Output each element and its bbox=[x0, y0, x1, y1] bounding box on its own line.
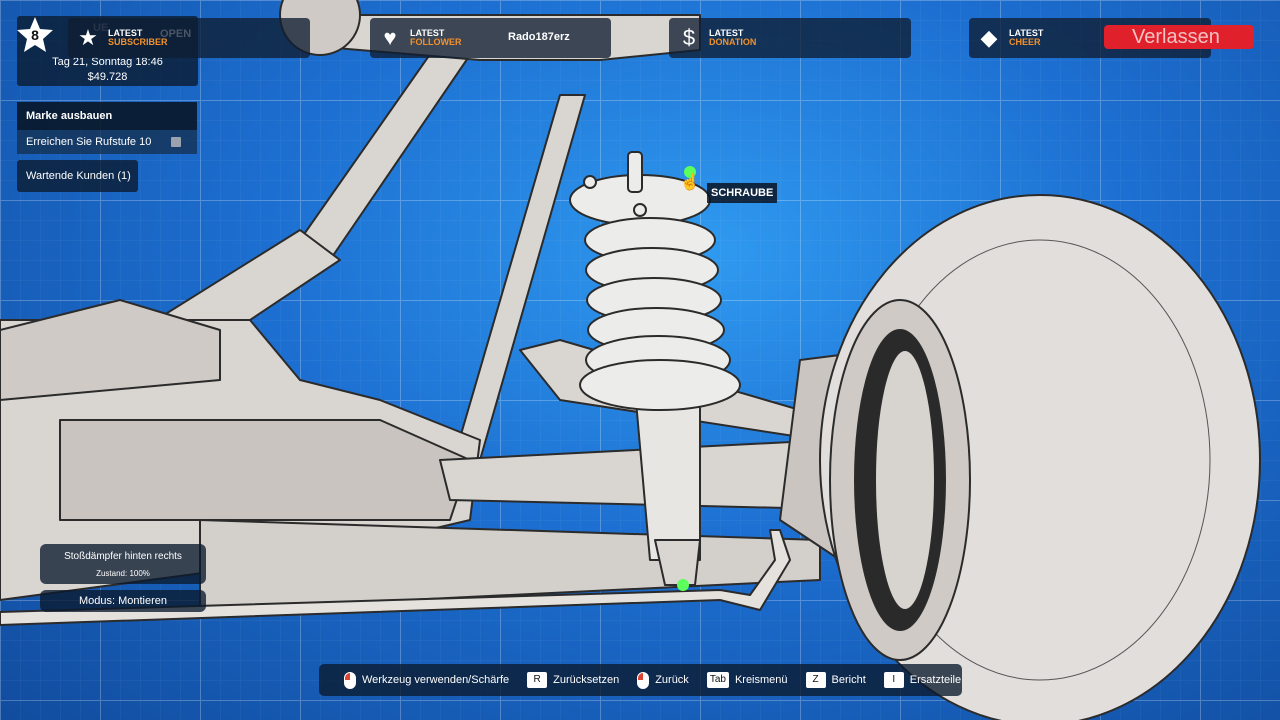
diamond-icon: ◆ bbox=[980, 25, 998, 50]
bar-sublabel: DONATION bbox=[709, 37, 757, 47]
hint-report: Z Bericht bbox=[805, 672, 866, 688]
task-title: Marke ausbauen bbox=[17, 102, 197, 130]
level-badge: 8 bbox=[16, 16, 54, 54]
follower-name: Rado187erz bbox=[508, 31, 570, 43]
bar-sublabel: CHEER bbox=[1009, 37, 1041, 47]
level-number: 8 bbox=[31, 27, 39, 43]
task-item: Erreichen Sie Rufstufe 10 bbox=[17, 130, 197, 154]
hint-label: Werkzeug verwenden/Schärfe bbox=[362, 674, 510, 686]
bar-sublabel: FOLLOWER bbox=[410, 37, 462, 47]
star-icon: ★ bbox=[78, 25, 98, 50]
hint-label: Zurücksetzen bbox=[553, 674, 620, 686]
hint-label: Ersatzteile bbox=[909, 674, 962, 686]
latest-follower-bar: ♥ LATEST FOLLOWER Rado187erz bbox=[370, 18, 611, 58]
drive-shaft bbox=[299, 39, 471, 261]
wheel bbox=[819, 194, 1261, 720]
key-cap: I bbox=[883, 672, 904, 688]
hint-use-tool: Werkzeug verwenden/Schärfe bbox=[344, 671, 510, 689]
mode-indicator: Modus: Montieren bbox=[40, 590, 206, 612]
task-checkbox bbox=[171, 137, 181, 147]
part-info-panel: Stoßdämpfer hinten rechts Zustand: 100% bbox=[40, 544, 206, 584]
exit-button[interactable]: Verlassen bbox=[1104, 25, 1254, 49]
hint-label: Zurück bbox=[655, 674, 689, 686]
dollar-icon: $ bbox=[682, 25, 696, 50]
mouse-left-icon bbox=[344, 671, 356, 689]
hint-back: Zurück bbox=[637, 671, 689, 689]
mode-text: Modus: Montieren bbox=[78, 595, 168, 607]
hand-cursor-icon: ☝ bbox=[680, 174, 700, 191]
ghost-text-right: OPEN bbox=[160, 28, 192, 40]
waiting-customers-button[interactable]: Wartende Kunden (1) bbox=[17, 160, 138, 192]
task-item-label: Erreichen Sie Rufstufe 10 bbox=[26, 136, 152, 148]
money-text: $49.728 bbox=[87, 71, 128, 83]
task-panel: Marke ausbauen Erreichen Sie Rufstufe 10 bbox=[17, 102, 197, 154]
bar-sublabel: SUBSCRIBER bbox=[108, 37, 168, 47]
key-cap: Tab bbox=[706, 672, 729, 688]
waiting-customers-label: Wartende Kunden (1) bbox=[26, 170, 131, 182]
bolt-highlight-bottom bbox=[677, 579, 689, 591]
heart-icon: ♥ bbox=[383, 25, 397, 50]
key-cap: R bbox=[527, 672, 548, 688]
tooltip-text: SCHRAUBE bbox=[711, 187, 774, 199]
hint-parts: I Ersatzteile bbox=[883, 672, 962, 688]
hint-label: Bericht bbox=[831, 674, 866, 686]
exit-button-label: Verlassen bbox=[1132, 26, 1220, 48]
latest-subscriber-bar: ★ LATEST SUBSCRIBER OPEN bbox=[68, 18, 310, 58]
part-tooltip: SCHRAUBE bbox=[707, 183, 778, 203]
part-condition: Zustand: 100% bbox=[96, 569, 150, 578]
part-name: Stoßdämpfer hinten rechts bbox=[64, 551, 182, 562]
hint-radial-menu: Tab Kreismenü bbox=[706, 672, 788, 688]
control-hints-bar: Werkzeug verwenden/Schärfe R Zurücksetze… bbox=[319, 664, 962, 696]
key-cap: Z bbox=[805, 672, 826, 688]
hint-reset: R Zurücksetzen bbox=[527, 672, 619, 688]
mouse-right-icon bbox=[637, 671, 650, 689]
hint-label: Kreismenü bbox=[734, 674, 788, 686]
latest-donation-bar: $ LATEST DONATION bbox=[669, 18, 911, 58]
